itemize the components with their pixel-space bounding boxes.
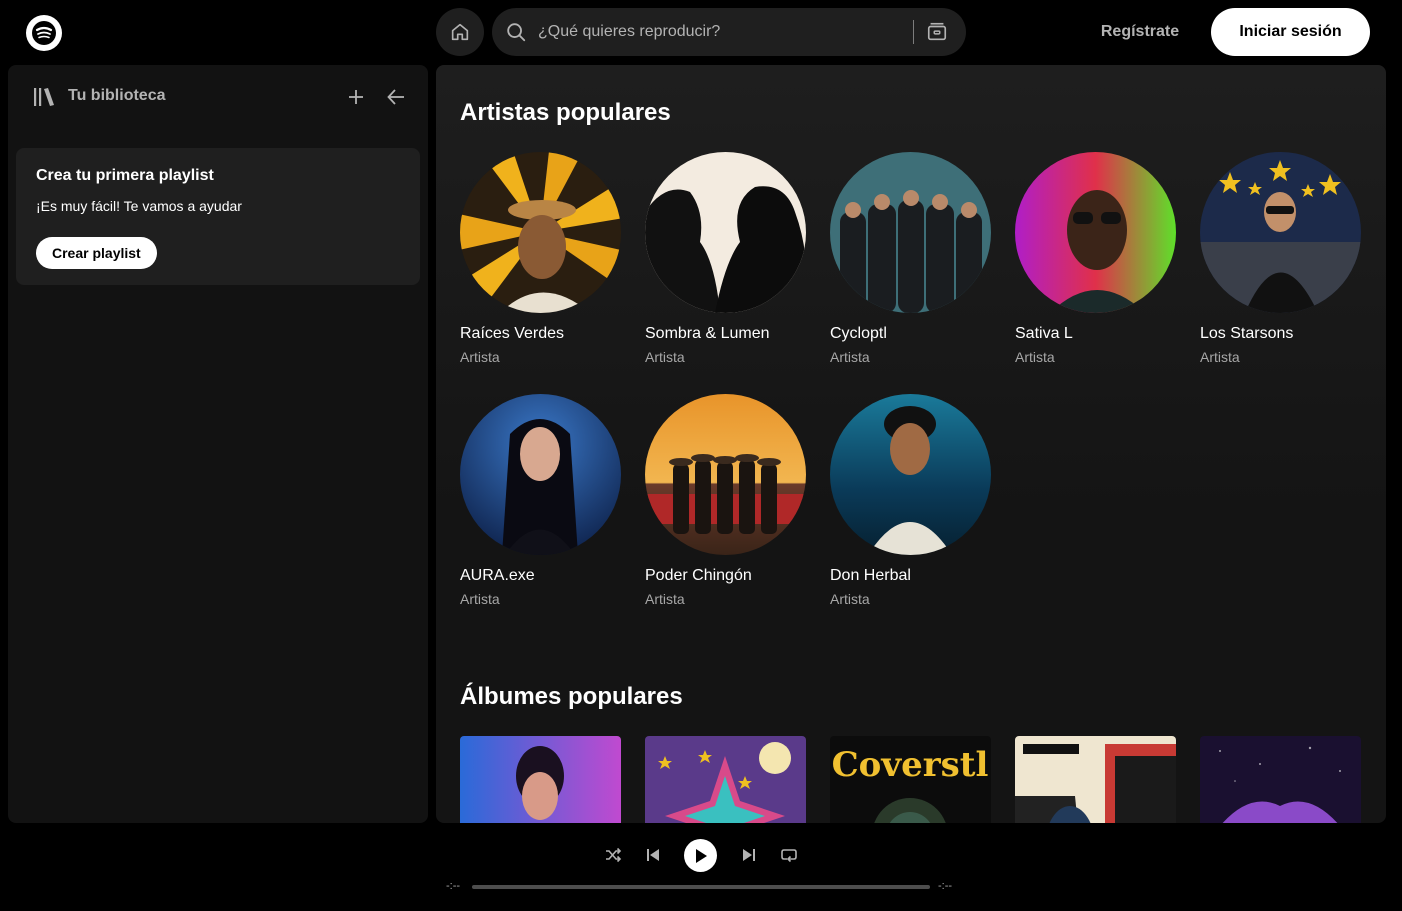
current-time: -:-- [446, 880, 461, 892]
artist-card[interactable]: Sombra & Lumen Artista [645, 152, 810, 365]
artist-card[interactable]: Cycloptl Artista [830, 152, 995, 365]
top-bar: Regístrate Iniciar sesión [0, 0, 1402, 64]
artist-card[interactable]: Los Starsons Artista [1200, 152, 1365, 365]
search-divider [913, 20, 914, 44]
album-cover[interactable]: Coverstl [830, 736, 991, 823]
home-button[interactable] [436, 8, 484, 56]
create-playlist-button[interactable]: Crear playlist [36, 237, 157, 269]
library-header: Tu biblioteca [32, 85, 412, 109]
album-cover[interactable] [460, 736, 621, 823]
play-button[interactable] [684, 839, 717, 872]
albums-section-title[interactable]: Álbumes populares [460, 683, 683, 711]
album-cover[interactable] [1015, 736, 1176, 823]
arrow-left-icon[interactable] [384, 85, 408, 109]
artist-image [645, 152, 806, 313]
artist-role: Artista [830, 591, 870, 607]
play-icon [695, 848, 707, 863]
artist-image [645, 394, 806, 555]
artist-image [460, 152, 621, 313]
artist-role: Artista [1200, 349, 1240, 365]
library-title[interactable]: Tu biblioteca [68, 87, 165, 105]
artist-image [830, 394, 991, 555]
progress-bar[interactable] [472, 885, 930, 889]
create-playlist-card: Crea tu primera playlist ¡Es muy fácil! … [16, 148, 420, 285]
player-bar: -:-- -:-- [0, 823, 1402, 911]
login-button[interactable]: Iniciar sesión [1211, 8, 1370, 56]
artist-card[interactable]: Poder Chingón Artista [645, 394, 810, 607]
album-cover[interactable] [645, 736, 806, 823]
library-icon[interactable] [32, 85, 56, 109]
search-input[interactable] [538, 23, 898, 41]
artist-name[interactable]: Cycloptl [830, 325, 995, 343]
artist-name[interactable]: Sativa L [1015, 325, 1180, 343]
promo-title: Crea tu primera playlist [36, 167, 214, 184]
home-icon [451, 23, 469, 41]
search-icon[interactable] [504, 20, 528, 44]
search-bar [492, 8, 966, 56]
artist-card[interactable]: Don Herbal Artista [830, 394, 995, 607]
plus-icon[interactable] [344, 85, 368, 109]
artist-image [830, 152, 991, 313]
artist-name[interactable]: Los Starsons [1200, 325, 1365, 343]
artist-role: Artista [645, 591, 685, 607]
artist-image [1015, 152, 1176, 313]
repeat-icon[interactable] [777, 843, 801, 867]
artist-name[interactable]: Poder Chingón [645, 567, 810, 585]
artist-role: Artista [460, 591, 500, 607]
signup-link[interactable]: Regístrate [1086, 20, 1194, 44]
spotify-logo[interactable] [26, 15, 62, 51]
artist-card[interactable]: Raíces Verdes Artista [460, 152, 625, 365]
album-cover-text: Coverstl [832, 745, 989, 785]
total-time: -:-- [938, 880, 953, 892]
artist-name[interactable]: Don Herbal [830, 567, 995, 585]
artist-image [460, 394, 621, 555]
previous-icon[interactable] [641, 843, 665, 867]
artist-name[interactable]: Sombra & Lumen [645, 325, 810, 343]
artist-card[interactable]: Sativa L Artista [1015, 152, 1180, 365]
browse-icon[interactable] [925, 20, 949, 44]
artist-role: Artista [645, 349, 685, 365]
artist-card[interactable]: AURA.exe Artista [460, 394, 625, 607]
logo-icon [32, 21, 56, 45]
artists-section-title[interactable]: Artistas populares [460, 99, 671, 127]
album-cover[interactable] [1200, 736, 1361, 823]
artist-name[interactable]: Raíces Verdes [460, 325, 625, 343]
artist-image [1200, 152, 1361, 313]
promo-subtitle: ¡Es muy fácil! Te vamos a ayudar [36, 198, 242, 214]
artist-role: Artista [830, 349, 870, 365]
artist-role: Artista [460, 349, 500, 365]
main-content: Artistas populares Raíces Verdes Artista [436, 65, 1386, 823]
shuffle-icon[interactable] [601, 843, 625, 867]
artist-name[interactable]: AURA.exe [460, 567, 625, 585]
artist-role: Artista [1015, 349, 1055, 365]
next-icon[interactable] [737, 843, 761, 867]
library-sidebar: Tu biblioteca Crea tu primera playlist ¡… [8, 65, 428, 823]
